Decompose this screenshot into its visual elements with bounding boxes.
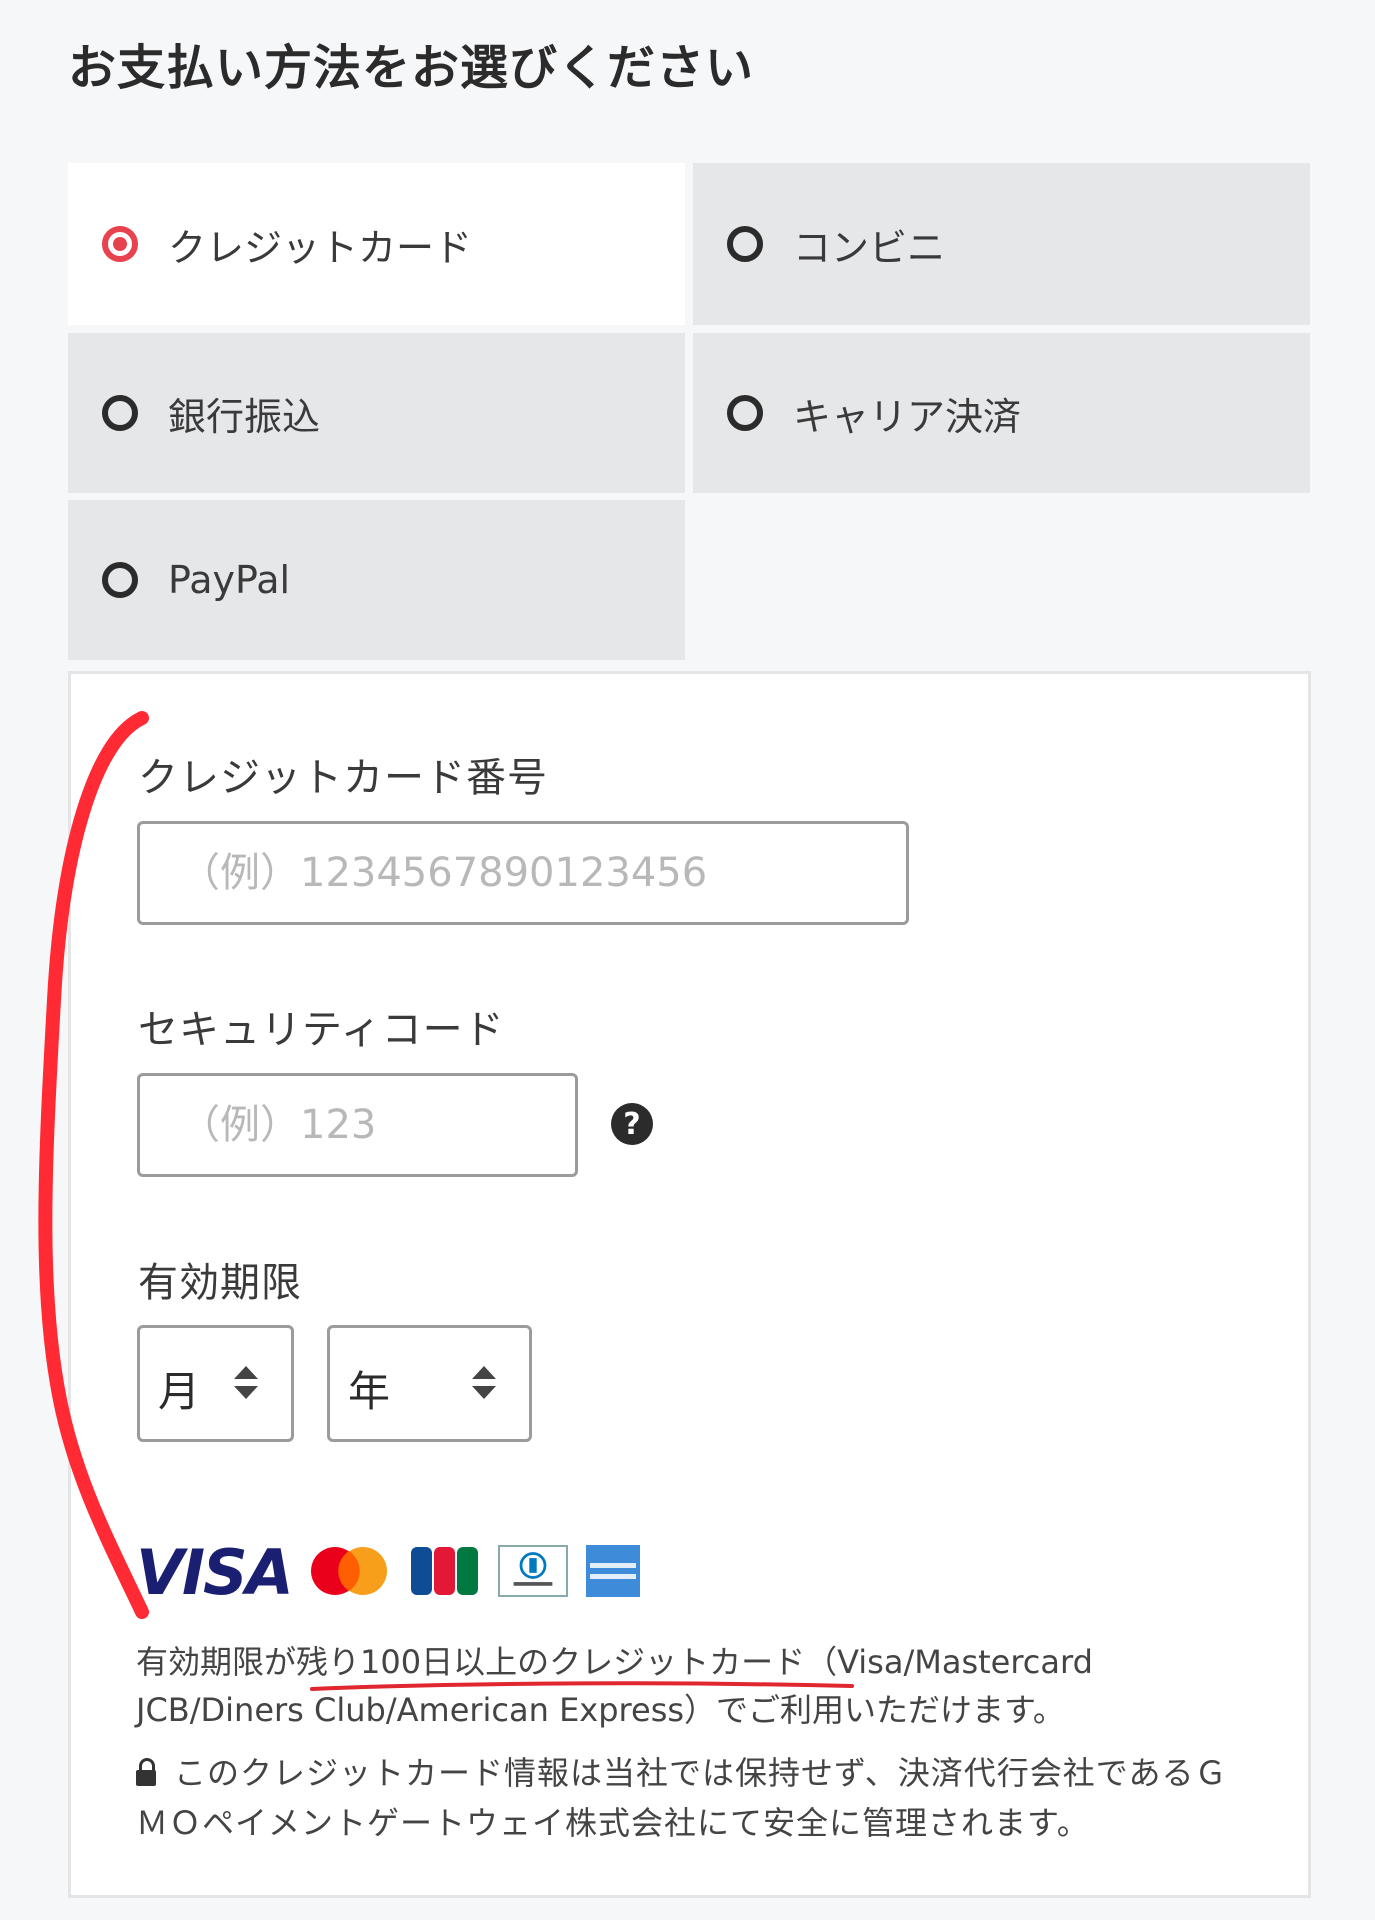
payment-option-paypal[interactable]: PayPal bbox=[68, 500, 685, 660]
security-code-input[interactable] bbox=[137, 1073, 578, 1177]
help-icon[interactable]: ? bbox=[611, 1103, 653, 1145]
radio-icon[interactable] bbox=[727, 395, 763, 431]
payment-option-carrier-billing[interactable]: キャリア決済 bbox=[693, 333, 1310, 493]
expiry-month-select[interactable]: 月 bbox=[137, 1325, 294, 1442]
radio-icon[interactable] bbox=[102, 562, 138, 598]
expiry-year-select[interactable]: 年 bbox=[327, 1325, 532, 1442]
payment-option-label: コンビニ bbox=[793, 225, 946, 270]
card-number-label: クレジットカード番号 bbox=[138, 755, 548, 801]
security-note-text: このクレジットカード情報は当社では保持せず、決済代行会社であるＧＭＯペイメントゲ… bbox=[136, 1754, 1228, 1842]
payment-option-convenience-store[interactable]: コンビニ bbox=[693, 163, 1310, 325]
security-code-label: セキュリティコード bbox=[138, 1007, 505, 1053]
payment-option-label: 銀行振込 bbox=[168, 394, 321, 439]
expiry-year-value: 年 bbox=[348, 1367, 391, 1416]
payment-option-label: PayPal bbox=[168, 558, 291, 602]
payment-option-bank-transfer[interactable]: 銀行振込 bbox=[68, 333, 685, 493]
american-express-logo bbox=[586, 1545, 640, 1597]
payment-option-credit-card[interactable]: クレジットカード bbox=[68, 163, 685, 325]
accepted-cards-note: 有効期限が残り100日以上のクレジットカード（Visa/Mastercard J… bbox=[136, 1643, 1093, 1729]
visa-logo: VISA bbox=[136, 1536, 294, 1609]
jcb-logo bbox=[411, 1547, 478, 1595]
diners-club-logo bbox=[498, 1545, 568, 1597]
page-title: お支払い方法をお選びください bbox=[68, 40, 755, 96]
expiry-month-value: 月 bbox=[158, 1367, 201, 1416]
radio-icon[interactable] bbox=[102, 395, 138, 431]
security-note: このクレジットカード情報は当社では保持せず、決済代行会社であるＧＭＯペイメントゲ… bbox=[136, 1748, 1256, 1848]
lock-icon bbox=[136, 1758, 156, 1786]
expiry-label: 有効期限 bbox=[138, 1260, 302, 1306]
card-number-input[interactable] bbox=[137, 821, 909, 925]
radio-icon[interactable] bbox=[727, 226, 763, 262]
mastercard-logo bbox=[311, 1547, 387, 1595]
payment-option-label: クレジットカード bbox=[168, 225, 473, 270]
payment-option-label: キャリア決済 bbox=[793, 394, 1022, 439]
radio-selected-icon[interactable] bbox=[102, 226, 138, 262]
